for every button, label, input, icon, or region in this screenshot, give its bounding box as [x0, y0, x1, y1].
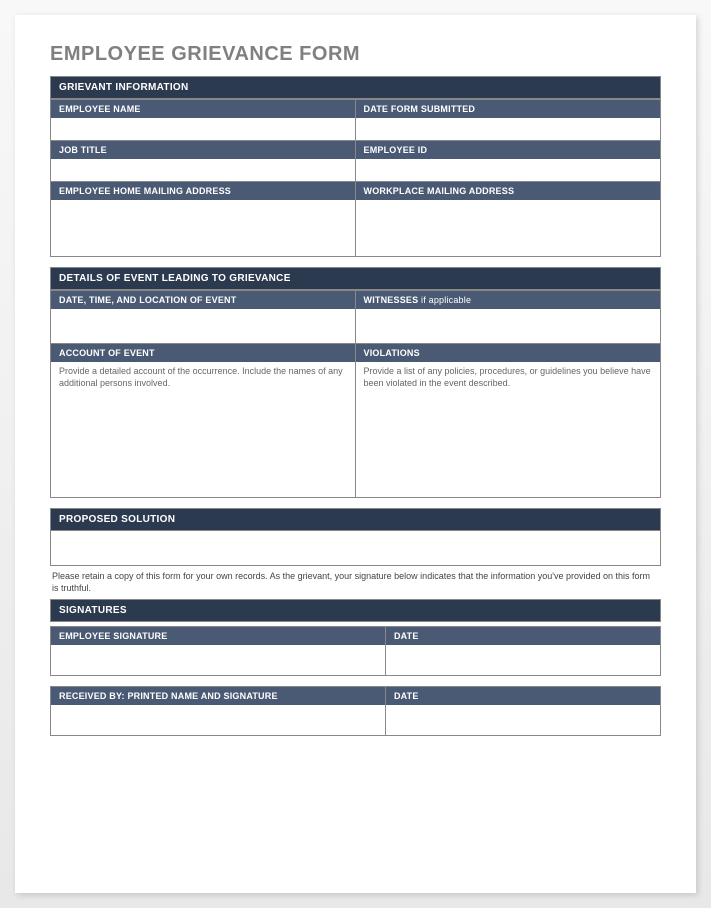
form-page: EMPLOYEE GRIEVANCE FORM GRIEVANT INFORMA…: [15, 15, 696, 893]
account-instruction: Provide a detailed account of the occurr…: [59, 366, 347, 389]
received-date-input[interactable]: [386, 705, 660, 735]
employee-name-label: EMPLOYEE NAME: [51, 99, 356, 118]
signature-date-label: DATE: [386, 627, 660, 645]
datetime-location-input[interactable]: [51, 309, 356, 343]
employee-id-input[interactable]: [356, 159, 661, 181]
witnesses-input[interactable]: [356, 309, 661, 343]
employee-name-input[interactable]: [51, 118, 356, 140]
home-address-label: EMPLOYEE HOME MAILING ADDRESS: [51, 181, 356, 200]
section-event-details-header: DETAILS OF EVENT LEADING TO GRIEVANCE: [50, 267, 661, 290]
received-by-label: RECEIVED BY: PRINTED NAME AND SIGNATURE: [51, 687, 386, 705]
datetime-location-label: DATE, TIME, AND LOCATION OF EVENT: [51, 290, 356, 309]
section-signatures-header: SIGNATURES: [50, 599, 661, 622]
job-title-input[interactable]: [51, 159, 356, 181]
home-address-input[interactable]: [51, 200, 356, 256]
proposed-solution-input[interactable]: [51, 531, 660, 565]
date-submitted-input[interactable]: [356, 118, 661, 140]
witnesses-suffix: if applicable: [418, 295, 471, 305]
employee-signature-input[interactable]: [51, 645, 386, 675]
employee-signature-label: EMPLOYEE SIGNATURE: [51, 627, 386, 645]
section-proposed-solution-header: PROPOSED SOLUTION: [50, 508, 661, 531]
workplace-address-input[interactable]: [356, 200, 661, 256]
account-label: ACCOUNT OF EVENT: [51, 343, 356, 362]
violations-input[interactable]: Provide a list of any policies, procedur…: [356, 362, 661, 497]
form-title: EMPLOYEE GRIEVANCE FORM: [50, 43, 661, 66]
received-date-label: DATE: [386, 687, 660, 705]
received-by-input[interactable]: [51, 705, 386, 735]
section-grievant-info-header: GRIEVANT INFORMATION: [50, 76, 661, 99]
violations-label: VIOLATIONS: [356, 343, 661, 362]
date-submitted-label: DATE FORM SUBMITTED: [356, 99, 661, 118]
signature-date-input[interactable]: [386, 645, 660, 675]
disclaimer-text: Please retain a copy of this form for yo…: [50, 566, 661, 599]
account-input[interactable]: Provide a detailed account of the occurr…: [51, 362, 356, 497]
violations-instruction: Provide a list of any policies, procedur…: [364, 366, 653, 389]
job-title-label: JOB TITLE: [51, 140, 356, 159]
witnesses-label-text: WITNESSES: [364, 295, 419, 305]
witnesses-label: WITNESSES if applicable: [356, 290, 661, 309]
workplace-address-label: WORKPLACE MAILING ADDRESS: [356, 181, 661, 200]
employee-id-label: EMPLOYEE ID: [356, 140, 661, 159]
